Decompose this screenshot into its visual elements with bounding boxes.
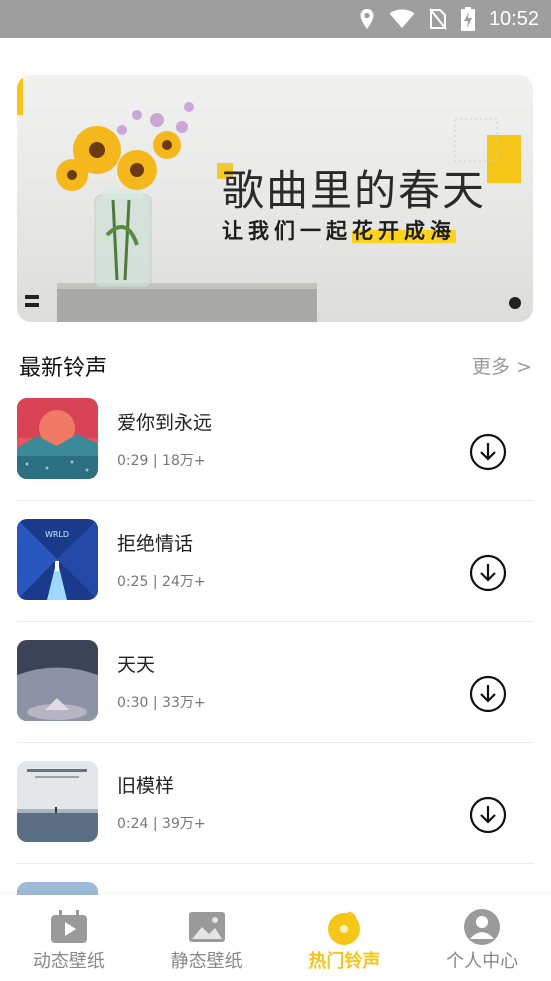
more-link[interactable]: 更多 > <box>472 352 532 379</box>
nav-label: 动态壁纸 <box>32 951 105 972</box>
wifi-icon <box>389 9 415 28</box>
location-icon <box>360 9 374 29</box>
user-icon <box>464 909 501 945</box>
list-item[interactable]: 爱你到永远 0:29 | 18万+ <box>0 380 551 501</box>
banner[interactable]: 歌曲里的春天 让我们一起花开成海 <box>17 75 533 322</box>
ringtone-name: 旧模样 <box>117 775 175 797</box>
video-icon <box>50 910 87 943</box>
ringtone-meta: 0:29 | 18万+ <box>117 453 206 469</box>
ringtone-meta: 0:24 | 39万+ <box>117 816 206 832</box>
section-title: 最新铃声 <box>19 356 108 381</box>
ringtone-name: 拒绝情话 <box>117 533 194 555</box>
music-disc-icon <box>328 911 361 945</box>
nav-item-hot-ringtones[interactable]: 热门铃声 <box>276 895 414 981</box>
ringtone-meta: 0:30 | 33万+ <box>117 695 206 711</box>
album-cover: WRLD <box>17 519 98 600</box>
download-icon[interactable] <box>469 433 507 471</box>
album-cover <box>17 398 98 479</box>
no-sim-icon <box>429 8 447 30</box>
battery-charging-icon <box>460 7 475 31</box>
ringtone-meta: 0:25 | 24万+ <box>117 574 206 590</box>
list-item[interactable]: 天天 0:30 | 33万+ <box>0 622 551 743</box>
list-item[interactable]: 旧模样 0:24 | 39万+ <box>0 743 551 864</box>
status-time: 10:52 <box>488 7 539 30</box>
nav-item-static-wallpaper[interactable]: 静态壁纸 <box>138 895 276 981</box>
status-bar: 10:52 <box>0 0 551 38</box>
album-cover <box>17 761 98 842</box>
nav-label: 静态壁纸 <box>170 951 243 972</box>
bottom-nav: 动态壁纸 静态壁纸 热门铃声 个人中心 <box>0 895 551 981</box>
album-cover <box>17 640 98 721</box>
banner-subtitle-highlight: 花开成海 <box>352 219 456 243</box>
nav-item-live-wallpaper[interactable]: 动态壁纸 <box>0 895 138 981</box>
list-item[interactable]: WRLD 拒绝情话 0:25 | 24万+ <box>0 501 551 622</box>
banner-subtitle-part1: 让我们一起 <box>222 219 352 243</box>
ringtone-name: 天天 <box>117 654 156 676</box>
svg-text:WRLD: WRLD <box>45 530 69 539</box>
ringtone-name: 爱你到永远 <box>117 412 213 434</box>
nav-item-profile[interactable]: 个人中心 <box>413 895 551 981</box>
download-icon[interactable] <box>469 554 507 592</box>
nav-label: 热门铃声 <box>308 951 381 972</box>
banner-title: 歌曲里的春天 <box>222 166 487 215</box>
image-icon <box>188 912 225 942</box>
nav-label: 个人中心 <box>446 951 519 972</box>
ringtone-list: 爱你到永远 0:29 | 18万+ WRLD 拒绝情话 0:25 | 24万+ <box>0 380 551 981</box>
banner-subtitle: 让我们一起花开成海 <box>222 215 456 245</box>
download-icon[interactable] <box>469 796 507 834</box>
download-icon[interactable] <box>469 675 507 713</box>
